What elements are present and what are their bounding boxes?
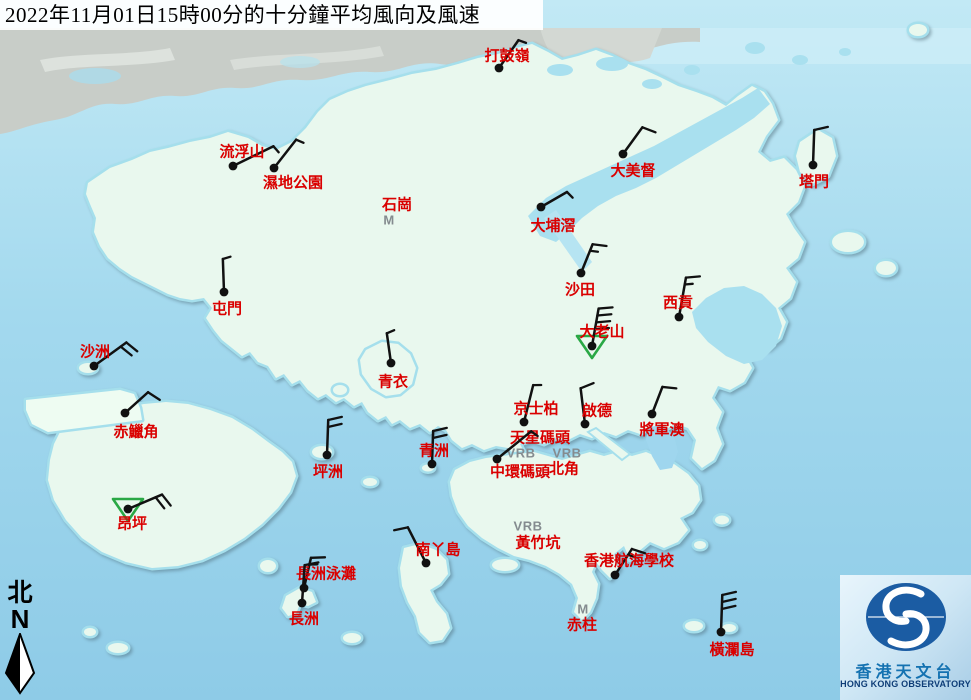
- station-layer: 打鼓嶺流浮山濕地公園石崗M大美督塔門大埔滘沙田西貢大老山屯門沙洲青衣赤鱲角坪洲京…: [0, 0, 971, 700]
- north-arrow-icon: [4, 633, 36, 695]
- station-label: 橫瀾島: [709, 639, 754, 660]
- station-label: 黃竹坑: [515, 532, 560, 553]
- wind-barb-icon: [661, 572, 781, 692]
- station-label: 將軍澳: [639, 419, 684, 440]
- variable-wind-flag: VRB: [514, 519, 543, 534]
- station-label: 青洲: [419, 440, 449, 461]
- station-label: 石崗: [382, 194, 412, 215]
- compass: 北 N: [3, 580, 37, 695]
- wind-barb-icon: [753, 105, 873, 225]
- station-label: 赤鱲角: [113, 421, 158, 442]
- missing-data-flag: M: [383, 213, 394, 228]
- hko-logo: 香港天文台 HONG KONG OBSERVATORY: [840, 575, 971, 700]
- wind-barb-icon: [242, 543, 362, 663]
- station-label: 長洲: [289, 608, 319, 629]
- station-label: 屯門: [212, 298, 242, 319]
- station-label: 西貢: [663, 292, 693, 313]
- logo-english-name: HONG KONG OBSERVATORY: [840, 679, 971, 689]
- wind-barb-icon: [592, 354, 712, 474]
- station-label: 坪洲: [313, 461, 343, 482]
- station-label: 南丫島: [415, 539, 460, 560]
- wind-map-page: 2022年11月01日15時00分的十分鐘平均風向及風速 打鼓嶺流浮山濕地公園石…: [0, 0, 971, 700]
- wind-barb-icon: [267, 395, 387, 515]
- station-label: 赤柱: [567, 614, 597, 635]
- station-label: 昂坪: [117, 513, 147, 534]
- station-label: 青衣: [378, 371, 408, 392]
- station-label: 塔門: [799, 171, 829, 192]
- station-label: 打鼓嶺: [484, 45, 529, 66]
- station-label: 大老山: [579, 321, 624, 342]
- missing-data-flag: M: [577, 602, 588, 617]
- station-label: 濕地公園: [263, 172, 323, 193]
- wind-barb-icon: [439, 8, 559, 128]
- wind-barb-icon: [214, 108, 334, 228]
- wind-barb-icon: [164, 232, 284, 352]
- station-label: 香港航海學校: [584, 550, 674, 571]
- wind-barb-icon: [68, 449, 188, 569]
- station-label: 大美督: [610, 160, 655, 181]
- station-label: 中環碼頭: [490, 461, 550, 482]
- wind-barb-icon: [366, 503, 486, 623]
- compass-north-chinese: 北: [3, 580, 37, 607]
- compass-north-letter: N: [3, 607, 37, 631]
